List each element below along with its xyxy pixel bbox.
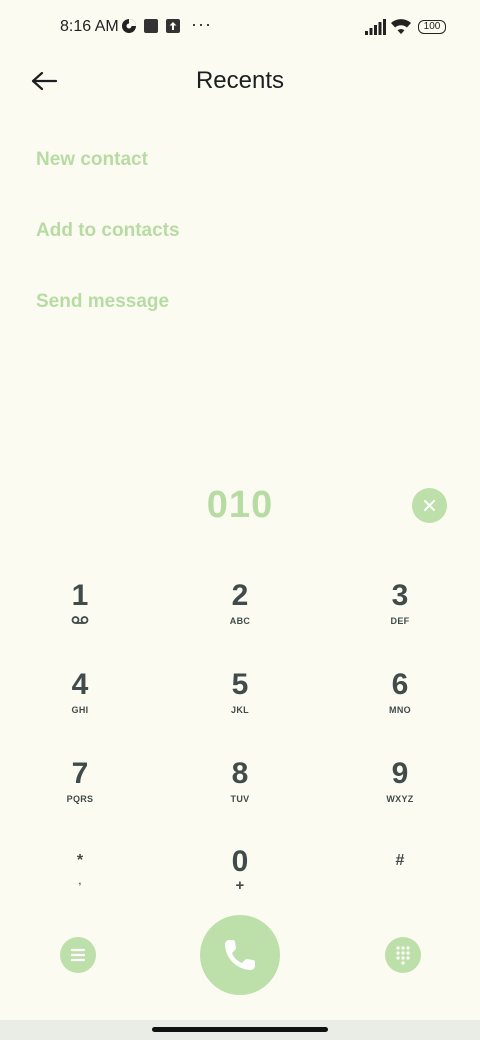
call-button[interactable] <box>200 915 280 995</box>
header: Recents <box>0 56 480 106</box>
key-digit: 0 <box>231 845 249 878</box>
key-digit: 4 <box>71 668 89 701</box>
key-9[interactable]: 9 WXYZ <box>350 756 450 826</box>
key-digit: 3 <box>391 579 409 612</box>
key-7[interactable]: 7 PQRS <box>30 756 130 826</box>
key-digit: 8 <box>231 757 249 790</box>
key-6[interactable]: 6 MNO <box>350 667 450 737</box>
key-letters: + <box>235 877 245 894</box>
voicemail-icon <box>30 614 130 630</box>
key-digit: 2 <box>231 579 249 612</box>
send-message-action[interactable]: Send message <box>36 282 180 353</box>
navigation-bar <box>0 1020 480 1040</box>
key-5[interactable]: 5 JKL <box>190 667 290 737</box>
key-8[interactable]: 8 TUV <box>190 756 290 826</box>
key-letters: TUV <box>230 794 250 804</box>
phone-icon <box>225 940 255 970</box>
key-letters: ABC <box>229 616 251 626</box>
key-2[interactable]: 2 ABC <box>190 578 290 648</box>
clear-button[interactable] <box>412 488 447 523</box>
battery-indicator: 100 <box>418 20 446 34</box>
new-contact-action[interactable]: New contact <box>36 140 180 211</box>
bottom-bar <box>0 915 480 1005</box>
key-digit: 7 <box>71 757 89 790</box>
key-digit: # <box>395 852 405 869</box>
key-3[interactable]: 3 DEF <box>350 578 450 648</box>
home-indicator[interactable] <box>152 1027 328 1032</box>
key-digit: 5 <box>231 668 249 701</box>
square-icon <box>143 18 159 34</box>
key-letters: PQRS <box>66 794 94 804</box>
page-title: Recents <box>195 67 285 94</box>
status-time: 8:16 AM <box>60 18 119 35</box>
key-digit: 6 <box>391 668 409 701</box>
key-digit: 1 <box>71 579 89 612</box>
close-icon <box>424 500 435 511</box>
dialed-number: 010 <box>206 484 274 526</box>
key-1[interactable]: 1 <box>30 578 130 648</box>
key-letters: DEF <box>390 616 410 626</box>
key-letters: WXYZ <box>386 794 414 804</box>
action-list: New contact Add to contacts Send message <box>36 140 180 353</box>
lens-icon <box>121 18 137 34</box>
key-4[interactable]: 4 GHI <box>30 667 130 737</box>
key-letters: GHI <box>71 705 89 715</box>
dialpad-button[interactable] <box>385 937 421 973</box>
wifi-icon <box>390 17 412 35</box>
key-0[interactable]: 0 + <box>190 844 290 914</box>
key-hash[interactable]: # <box>350 848 450 918</box>
upload-icon <box>165 18 181 34</box>
key-letters: MNO <box>389 705 411 715</box>
key-letters: JKL <box>231 705 249 715</box>
key-digit: 9 <box>391 757 409 790</box>
status-bar: 8:16 AM ··· 100 <box>0 0 480 56</box>
menu-button[interactable] <box>60 937 96 973</box>
key-star[interactable]: * , <box>30 848 130 918</box>
overflow-dots: ··· <box>191 14 212 34</box>
dialpad-icon <box>396 946 410 965</box>
add-to-contacts-action[interactable]: Add to contacts <box>36 211 180 282</box>
menu-icon <box>70 948 86 962</box>
key-letters: , <box>78 876 82 886</box>
signal-icon <box>364 19 386 35</box>
key-digit: * <box>76 852 84 869</box>
